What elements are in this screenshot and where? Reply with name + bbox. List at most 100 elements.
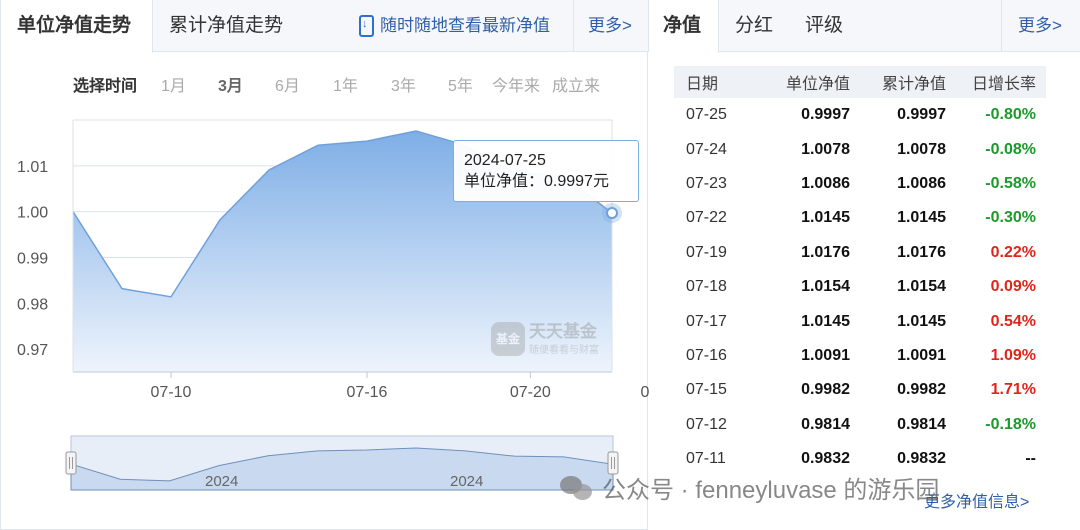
- row-date: 07-25: [686, 106, 727, 124]
- nav-history-table: 日期 单位净值 累计净值 日增长率 07-25 0.9997 0.9997 -0.80…: [674, 66, 1046, 476]
- tab-accumulated-nav-trend[interactable]: 累计净值走势: [169, 0, 283, 52]
- hover-point: [606, 207, 618, 220]
- tiantian-fund-watermark: 基金 天天基金 随便看看与财富: [491, 322, 599, 356]
- wechat-account-watermark: 公众号 · fenneyluvase 的游乐园: [560, 470, 939, 505]
- tab-rating[interactable]: 评级: [805, 0, 843, 52]
- table-row: 07-17 1.0145 1.0145 0.54%: [674, 304, 1046, 338]
- row-accumulated-nav: 1.0078: [897, 140, 946, 158]
- row-date: 07-23: [686, 174, 727, 192]
- row-unit-nav: 1.0145: [801, 312, 850, 330]
- y-tick-label: 0.98: [17, 296, 48, 313]
- wechat-icon: [560, 474, 594, 502]
- tooltip-value: 0.9997: [544, 173, 593, 190]
- row-daily-change: -0.58%: [985, 174, 1036, 192]
- fund-logo-badge: 基金: [491, 322, 525, 356]
- time-option-1y[interactable]: 1年: [333, 72, 358, 96]
- row-accumulated-nav: 1.0086: [897, 174, 946, 192]
- row-daily-change: -0.30%: [985, 209, 1036, 227]
- time-option-ytd[interactable]: 今年来: [492, 72, 540, 96]
- row-unit-nav: 0.9997: [801, 106, 850, 124]
- row-daily-change: 1.09%: [990, 346, 1036, 364]
- row-date: 07-12: [686, 415, 727, 433]
- fund-logo-slogan: 随便看看与财富: [529, 344, 599, 356]
- mobile-nav-link[interactable]: 随时随地查看最新净值: [359, 0, 550, 52]
- row-unit-nav: 0.9982: [801, 381, 850, 399]
- chart-more-link[interactable]: 更多>: [573, 0, 649, 52]
- y-tick-label: 1.01: [17, 159, 48, 176]
- row-accumulated-nav: 1.0154: [897, 278, 946, 296]
- table-row: 07-23 1.0086 1.0086 -0.58%: [674, 167, 1046, 201]
- tooltip-value-line: 单位净值：0.9997元: [464, 171, 628, 192]
- row-unit-nav: 1.0145: [801, 209, 850, 227]
- row-daily-change: 0.09%: [990, 278, 1036, 296]
- time-option-3m[interactable]: 3月: [218, 72, 243, 96]
- navigator-left-handle[interactable]: [65, 451, 77, 475]
- row-daily-change: 0.54%: [990, 312, 1036, 330]
- row-unit-nav: 1.0086: [801, 174, 850, 192]
- table-row: 07-18 1.0154 1.0154 0.09%: [674, 270, 1046, 304]
- row-daily-change: 0.22%: [990, 243, 1036, 261]
- time-option-since-inception[interactable]: 成立来: [552, 72, 600, 96]
- table-row: 07-15 0.9982 0.9982 1.71%: [674, 373, 1046, 407]
- navigator-year-label: 2024: [450, 473, 483, 490]
- nav-chart-panel: 单位净值走势 累计净值走势 随时随地查看最新净值 更多> 选择时间 1月 3月 …: [0, 0, 649, 530]
- mobile-nav-link-label: 随时随地查看最新净值: [380, 16, 550, 35]
- col-header-accumulated-nav: 累计净值: [881, 76, 946, 93]
- row-accumulated-nav: 1.0176: [897, 243, 946, 261]
- tooltip-unit: 元: [592, 173, 609, 190]
- row-daily-change: 1.71%: [990, 381, 1036, 399]
- table-header-row: 日期 单位净值 累计净值 日增长率: [674, 66, 1046, 98]
- table-row: 07-22 1.0145 1.0145 -0.30%: [674, 201, 1046, 235]
- chart-tabbar: 单位净值走势 累计净值走势 随时随地查看最新净值 更多>: [1, 0, 649, 53]
- row-daily-change: -0.18%: [985, 415, 1036, 433]
- fund-logo-name: 天天基金: [529, 321, 597, 341]
- phone-download-icon: [359, 15, 374, 37]
- tab-nav[interactable]: 净值: [649, 0, 719, 53]
- row-date: 07-15: [686, 381, 727, 399]
- table-row: 07-24 1.0078 1.0078 -0.08%: [674, 132, 1046, 166]
- range-navigator[interactable]: 2024 2024: [65, 430, 625, 496]
- row-unit-nav: 1.0176: [801, 243, 850, 261]
- more-nav-info-link[interactable]: 更多净值信息>: [924, 488, 1029, 512]
- tab-unit-nav-trend[interactable]: 单位净值走势: [1, 0, 153, 53]
- table-more-link[interactable]: 更多>: [1001, 0, 1080, 52]
- time-option-5y[interactable]: 5年: [448, 72, 473, 96]
- chart-tooltip: 2024-07-25 单位净值：0.9997元: [453, 140, 639, 202]
- row-date: 07-24: [686, 140, 727, 158]
- y-tick-label: 1.00: [17, 205, 48, 222]
- row-date: 07-22: [686, 209, 727, 227]
- time-range-label: 选择时间: [73, 78, 138, 95]
- row-accumulated-nav: 0.9982: [897, 381, 946, 399]
- wechat-account-text: 公众号 · fenneyluvase 的游乐园: [602, 477, 940, 504]
- row-date: 07-16: [686, 346, 727, 364]
- tooltip-label: 单位净值：: [464, 173, 545, 190]
- table-row: 07-16 1.0091 1.0091 1.09%: [674, 339, 1046, 373]
- x-tick-label: 07-20: [510, 384, 551, 401]
- row-daily-change: -0.80%: [985, 106, 1036, 124]
- row-unit-nav: 1.0078: [801, 140, 850, 158]
- time-option-1m[interactable]: 1月: [161, 72, 186, 96]
- row-accumulated-nav: 1.0145: [897, 312, 946, 330]
- table-row: 07-19 1.0176 1.0176 0.22%: [674, 236, 1046, 270]
- row-daily-change: -0.08%: [985, 140, 1036, 158]
- nav-table-panel: 净值 分红 评级 更多> 日期 单位净值 累计净值 日增长率 07-25 0.99…: [648, 0, 1080, 530]
- navigator-year-label: 2024: [205, 473, 238, 490]
- col-header-date: 日期: [686, 76, 719, 93]
- row-date: 07-17: [686, 312, 727, 330]
- time-option-3y[interactable]: 3年: [391, 72, 416, 96]
- time-option-6m[interactable]: 6月: [275, 72, 300, 96]
- col-header-daily-change: 日增长率: [971, 76, 1036, 93]
- row-accumulated-nav: 1.0145: [897, 209, 946, 227]
- x-tick-label: 07-10: [151, 384, 192, 401]
- tab-dividend[interactable]: 分红: [735, 0, 773, 52]
- row-unit-nav: 1.0091: [801, 346, 850, 364]
- row-date: 07-19: [686, 243, 727, 261]
- col-header-unit-nav: 单位净值: [785, 76, 850, 93]
- row-accumulated-nav: 0.9814: [897, 415, 946, 433]
- table-row: 07-25 0.9997 0.9997 -0.80%: [674, 98, 1046, 132]
- y-tick-label: 0.99: [17, 250, 48, 267]
- table-tabbar: 净值 分红 评级 更多>: [648, 0, 1080, 53]
- tooltip-date: 2024-07-25: [464, 152, 546, 169]
- row-unit-nav: 0.9814: [801, 415, 850, 433]
- row-accumulated-nav: 1.0091: [897, 346, 946, 364]
